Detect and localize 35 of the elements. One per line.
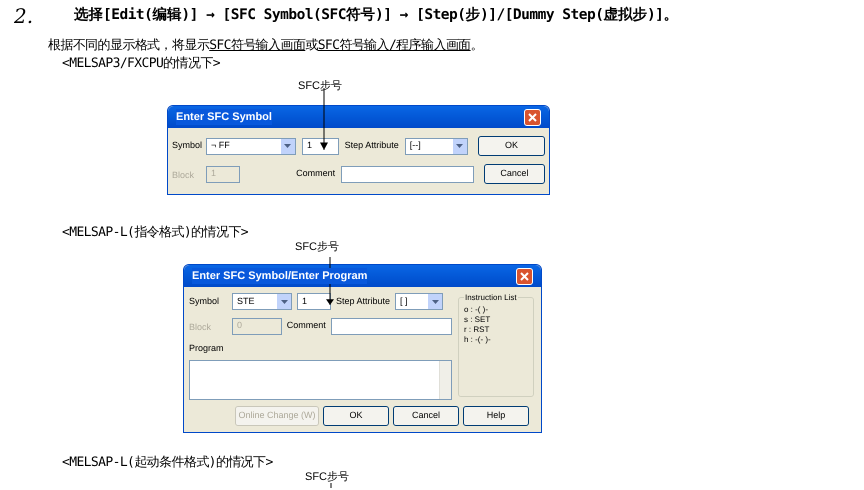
field-label: Step Attribute (344, 139, 399, 152)
section-caption: <MELSAP-L(起动条件格式)的情况下> (62, 454, 274, 470)
dialog-button[interactable]: Cancel (484, 164, 546, 184)
section-caption: <MELSAP3/FXCPU的情况下> (62, 56, 222, 72)
field-label: Program (189, 342, 225, 355)
dropdown[interactable]: STE (232, 293, 292, 310)
field-label: Comment (286, 319, 326, 332)
intro-text: 根据不同的显示格式，将显示SFC符号输入画面或SFC符号输入/程序输入画面。 (48, 38, 484, 54)
field-label: Symbol (172, 139, 200, 152)
instruction-item: h : -(- )- (464, 335, 492, 344)
input-field[interactable]: 1 (302, 138, 339, 154)
window-title: Enter SFC Symbol/Enter Program (192, 268, 368, 284)
dropdown[interactable]: ¬ FF (206, 138, 296, 154)
dropdown[interactable]: [--] (404, 138, 468, 154)
input-field[interactable]: 1 (297, 293, 331, 310)
dropdown[interactable]: [ ] (395, 293, 444, 310)
field-label: Comment (296, 167, 336, 180)
field-label: Block (189, 321, 212, 334)
field-label: Symbol (189, 294, 220, 308)
instruction-item: o : -( )- (464, 305, 489, 314)
field-label: Step Attribute (336, 294, 390, 308)
dialog-button[interactable]: OK (323, 406, 389, 426)
callout-label: SFC步号 (298, 80, 342, 93)
field-label: Block (172, 169, 196, 182)
section-caption: <MELSAP-L(指令格式)的情况下> (62, 225, 249, 241)
step-heading: 选择[Edit(编辑)] → [SFC Symbol(SFC符号)] → [Step(步)]/[Dummy Step(虚拟步)]。 (74, 6, 678, 26)
callout-label: SFC步号 (295, 241, 339, 254)
dialog-button[interactable]: Help (463, 406, 529, 426)
callout-label: SFC步号 (305, 470, 349, 484)
instruction-item: r : RST (464, 325, 490, 334)
step-number: 2. (14, 3, 34, 30)
dialog-button[interactable]: OK (478, 136, 545, 156)
window-title: Enter SFC Symbol (176, 108, 272, 126)
instruction-item: s : SET (464, 315, 492, 324)
dialog-button[interactable]: Cancel (393, 406, 459, 426)
